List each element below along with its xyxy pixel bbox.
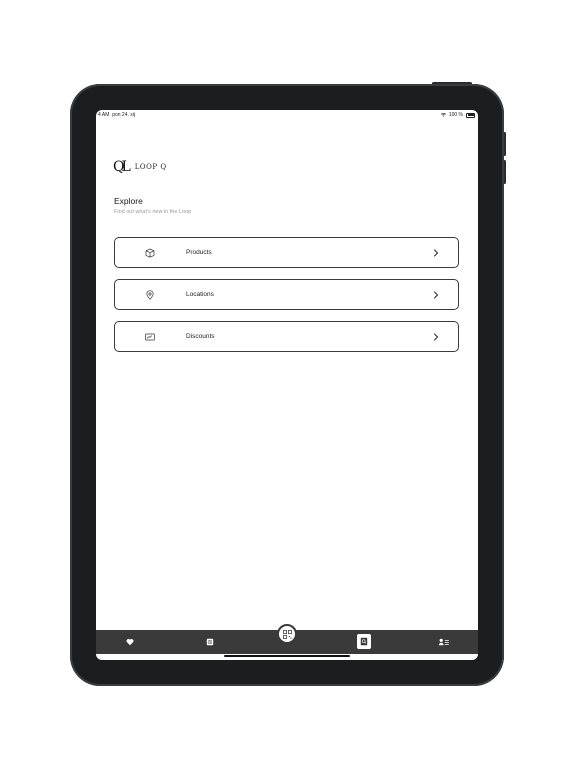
search-document-icon <box>360 637 368 646</box>
chevron-right-icon <box>434 333 439 341</box>
brand-logo: QL LOOP Q <box>113 160 167 174</box>
location-pin-icon <box>146 290 154 300</box>
chevron-right-icon <box>434 291 439 299</box>
menu-item-discounts[interactable]: Discounts <box>114 321 459 352</box>
brand-mark: QL <box>113 159 131 175</box>
status-time: 4 AM <box>98 112 110 118</box>
battery-icon <box>466 112 475 118</box>
list-icon <box>206 638 214 646</box>
box-icon <box>145 248 155 258</box>
home-indicator <box>224 655 350 657</box>
profile-icon <box>438 638 449 646</box>
heart-icon <box>126 639 134 646</box>
menu-item-locations[interactable]: Locations <box>114 279 459 310</box>
wifi-icon <box>440 113 446 117</box>
status-right: 100 % <box>440 112 475 118</box>
battery-percent: 100 % <box>448 112 463 118</box>
tab-explore[interactable] <box>357 634 371 649</box>
tab-favorites[interactable] <box>110 630 150 654</box>
tab-list[interactable] <box>190 630 230 654</box>
status-time-date: 4 AM pon 24. sij <box>98 112 135 118</box>
status-bar: 4 AM pon 24. sij 100 % <box>96 110 478 120</box>
menu-item-label: Products <box>186 249 212 256</box>
menu-item-label: Locations <box>186 291 214 298</box>
chevron-right-icon <box>434 249 439 257</box>
menu-item-label: Discounts <box>186 333 215 340</box>
page-title: Explore <box>114 196 143 206</box>
menu-item-products[interactable]: Products <box>114 237 459 268</box>
ticket-icon <box>145 333 155 341</box>
tab-profile[interactable] <box>424 630 464 654</box>
scan-qr-button[interactable] <box>277 624 297 644</box>
brand-name: LOOP Q <box>134 163 167 171</box>
page-subtitle: Find out what's new in the Loop <box>114 209 192 215</box>
status-date: pon 24. sij <box>112 112 135 118</box>
qr-code-icon <box>282 629 292 639</box>
app-screen: 4 AM pon 24. sij 100 % QL LOOP Q Explore… <box>96 110 478 660</box>
